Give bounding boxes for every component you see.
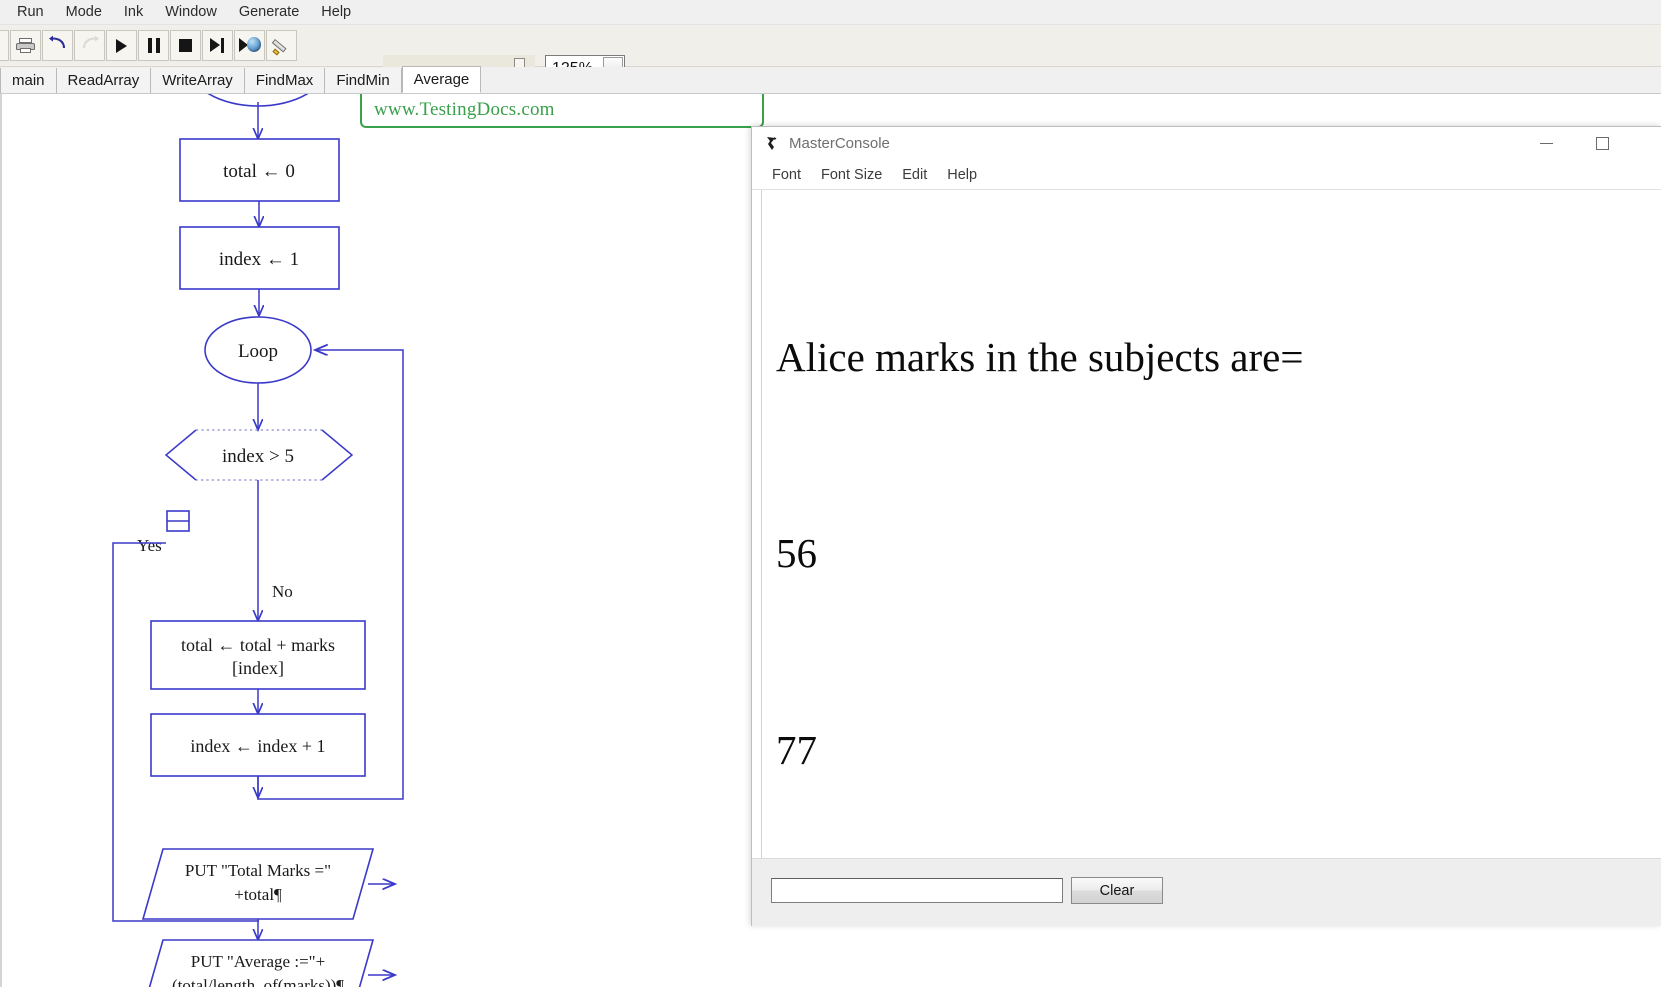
- console-line: Alice marks in the subjects are=: [776, 325, 1661, 390]
- flow-node-accumulate: total ← total + marks [index]: [151, 621, 365, 689]
- console-menu-font-size[interactable]: Font Size: [811, 167, 892, 183]
- branch-label-no: No: [272, 582, 293, 601]
- main-toolbar: 125%: [0, 25, 1661, 67]
- redo-icon: [80, 35, 100, 56]
- svg-text:PUT "Total Marks =": PUT "Total Marks =": [185, 861, 331, 880]
- svg-text:total ← 0: total ← 0: [223, 161, 295, 182]
- pen-icon: [272, 37, 292, 55]
- print-button[interactable]: [10, 30, 41, 61]
- play-icon: [116, 39, 127, 53]
- pen-button[interactable]: [266, 30, 297, 61]
- console-title-text: MasterConsole: [789, 135, 890, 152]
- menu-item-run[interactable]: Run: [6, 2, 55, 22]
- method-tab-bar: main ReadArray WriteArray FindMax FindMi…: [0, 67, 1661, 94]
- svg-text:(total/length_of(marks))¶: (total/length_of(marks))¶: [172, 976, 344, 987]
- console-menu-edit[interactable]: Edit: [892, 167, 937, 183]
- undo-button[interactable]: [42, 30, 73, 61]
- console-line: 77: [776, 718, 1661, 783]
- tab-readarray[interactable]: ReadArray: [57, 68, 152, 93]
- print-icon: [16, 38, 35, 53]
- console-title-bar[interactable]: MasterConsole: [752, 127, 1661, 160]
- svg-text:+total¶: +total¶: [234, 885, 282, 904]
- menu-item-mode[interactable]: Mode: [55, 2, 113, 22]
- step-over-button[interactable]: [202, 30, 233, 61]
- flow-node-init-total: total ← 0: [180, 139, 339, 201]
- clear-button[interactable]: Clear: [1071, 877, 1163, 904]
- console-input-field[interactable]: [771, 878, 1063, 903]
- run-button[interactable]: [106, 30, 137, 61]
- pause-button[interactable]: [138, 30, 169, 61]
- step-into-icon: [239, 37, 261, 54]
- console-menu-bar: Font Font Size Edit Help: [752, 160, 1661, 190]
- tab-findmax[interactable]: FindMax: [245, 68, 326, 93]
- svg-text:index ← 1: index ← 1: [219, 249, 299, 270]
- pause-icon: [148, 38, 160, 53]
- undo-icon: [48, 35, 68, 56]
- application-window: Run Mode Ink Window Generate Help: [0, 0, 1661, 987]
- svg-text:Loop: Loop: [238, 341, 278, 362]
- tab-writearray[interactable]: WriteArray: [151, 68, 245, 93]
- console-line: 56: [776, 521, 1661, 586]
- flow-node-output-total: PUT "Total Marks =" +total¶: [143, 849, 395, 919]
- console-menu-help[interactable]: Help: [937, 167, 987, 183]
- flowchart-diagram: total ← 0 index ← 1 Loop: [0, 94, 760, 987]
- tab-main[interactable]: main: [0, 68, 57, 93]
- flow-node-increment: index ← index + 1: [151, 714, 365, 776]
- branch-label-yes: Yes: [137, 536, 162, 555]
- menu-item-window[interactable]: Window: [154, 2, 228, 22]
- redo-button[interactable]: [74, 30, 105, 61]
- flow-node-init-index: index ← 1: [180, 227, 339, 289]
- svg-text:[index]: [index]: [232, 658, 284, 678]
- maximize-button[interactable]: [1579, 127, 1625, 160]
- flow-node-condition: index > 5: [166, 430, 352, 480]
- minimize-button[interactable]: [1523, 127, 1569, 160]
- stamp-button[interactable]: [0, 30, 9, 61]
- step-into-button[interactable]: [234, 30, 265, 61]
- master-console-window[interactable]: MasterConsole Font Font Size Edit Help A…: [751, 126, 1661, 926]
- flow-node-loop: Loop: [205, 317, 311, 383]
- console-menu-font[interactable]: Font: [762, 167, 811, 183]
- stop-icon: [179, 39, 192, 52]
- menu-item-ink[interactable]: Ink: [113, 2, 154, 22]
- menu-item-help[interactable]: Help: [310, 2, 362, 22]
- stamp-icon: [0, 35, 3, 56]
- breakpoint-marker: [167, 511, 189, 531]
- tab-findmin[interactable]: FindMin: [325, 68, 401, 93]
- svg-text:index > 5: index > 5: [222, 446, 294, 467]
- console-output-area[interactable]: Alice marks in the subjects are= 56 77 8…: [761, 190, 1661, 860]
- maximize-icon: [1596, 137, 1609, 150]
- svg-text:index ← index + 1: index ← index + 1: [190, 736, 325, 756]
- main-menu-bar: Run Mode Ink Window Generate Help: [0, 0, 1661, 25]
- flow-node-output-average: PUT "Average :="+ (total/length_of(marks…: [143, 940, 395, 987]
- minimize-icon: [1540, 143, 1553, 145]
- step-over-icon: [210, 38, 226, 53]
- console-footer: Clear: [752, 858, 1661, 926]
- svg-text:total ← total + marks: total ← total + marks: [181, 635, 335, 655]
- tab-average[interactable]: Average: [402, 66, 482, 93]
- app-logo-icon: [763, 135, 781, 153]
- stop-button[interactable]: [170, 30, 201, 61]
- menu-item-generate[interactable]: Generate: [228, 2, 310, 22]
- console-output-text: Alice marks in the subjects are= 56 77 8…: [762, 190, 1661, 860]
- svg-text:PUT "Average :="+: PUT "Average :="+: [191, 952, 325, 971]
